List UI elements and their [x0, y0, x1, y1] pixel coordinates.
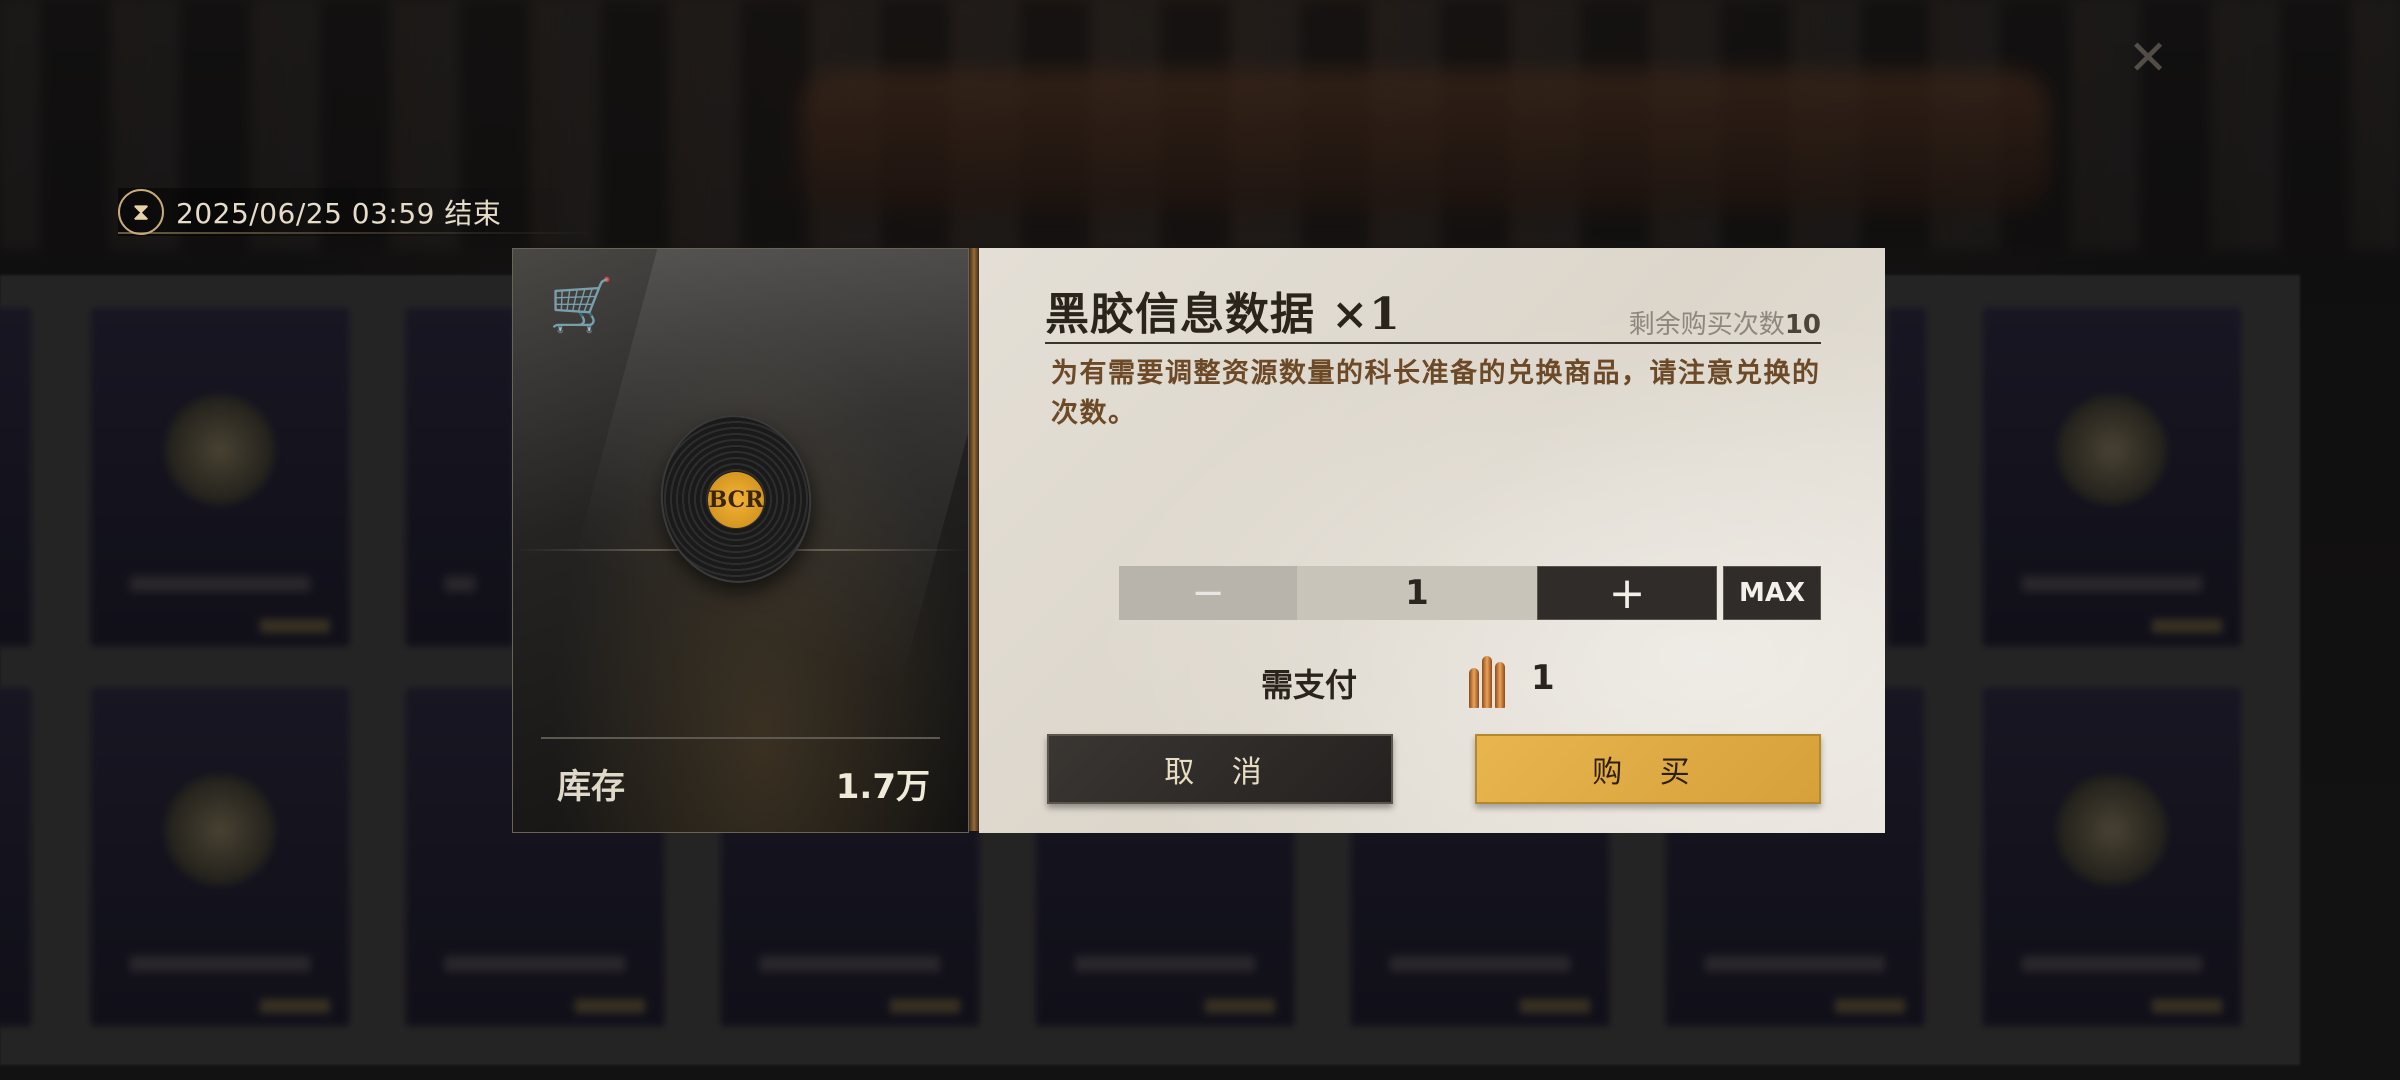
- bullet-currency-icon: [1469, 652, 1519, 708]
- purchase-dialog: 🛒 BCR 库存 1.7万 黑胶信息数据 ×1 剩余购买次数10 为有需要调整资…: [512, 248, 1885, 833]
- remaining-value: 10: [1784, 310, 1821, 340]
- quantity-field[interactable]: 1: [1297, 566, 1537, 620]
- panel-divider: [969, 248, 979, 831]
- title-underline: [1045, 342, 1821, 344]
- item-preview-panel: 🛒 BCR 库存 1.7万: [512, 248, 969, 833]
- shopping-cart-icon: 🛒: [549, 276, 614, 336]
- close-icon: ✕: [2128, 30, 2169, 86]
- stock-divider: [541, 737, 940, 739]
- timer-underline: [118, 232, 598, 234]
- remaining-purchases: 剩余购买次数10: [1629, 304, 1821, 341]
- event-timer: ⧗ 2025/06/25 03:59 结束: [118, 188, 578, 236]
- payment-label: 需支付: [1261, 666, 1358, 704]
- cancel-button[interactable]: 取 消: [1047, 734, 1393, 804]
- buy-button[interactable]: 购 买: [1475, 734, 1821, 804]
- vinyl-record-icon: BCR: [650, 405, 822, 593]
- increase-button[interactable]: +: [1537, 566, 1717, 620]
- item-detail-panel: 黑胶信息数据 ×1 剩余购买次数10 为有需要调整资源数量的科长准备的兑换商品，…: [979, 248, 1885, 833]
- decrease-button[interactable]: −: [1119, 566, 1297, 620]
- hourglass-icon: ⧗: [118, 189, 164, 235]
- stock-label: 库存: [557, 767, 625, 807]
- quantity-stepper: − 1 + MAX: [1119, 566, 1821, 620]
- stock-value: 1.7万: [835, 767, 930, 807]
- remaining-label: 剩余购买次数: [1628, 310, 1785, 340]
- payment-amount: 1: [1531, 658, 1555, 698]
- timer-text: 2025/06/25 03:59 结束: [176, 197, 502, 230]
- max-button[interactable]: MAX: [1723, 566, 1821, 620]
- item-title: 黑胶信息数据 ×1: [1045, 289, 1401, 340]
- record-label: BCR: [708, 472, 764, 528]
- item-description: 为有需要调整资源数量的科长准备的兑换商品，请注意兑换的次数。: [1051, 358, 1821, 429]
